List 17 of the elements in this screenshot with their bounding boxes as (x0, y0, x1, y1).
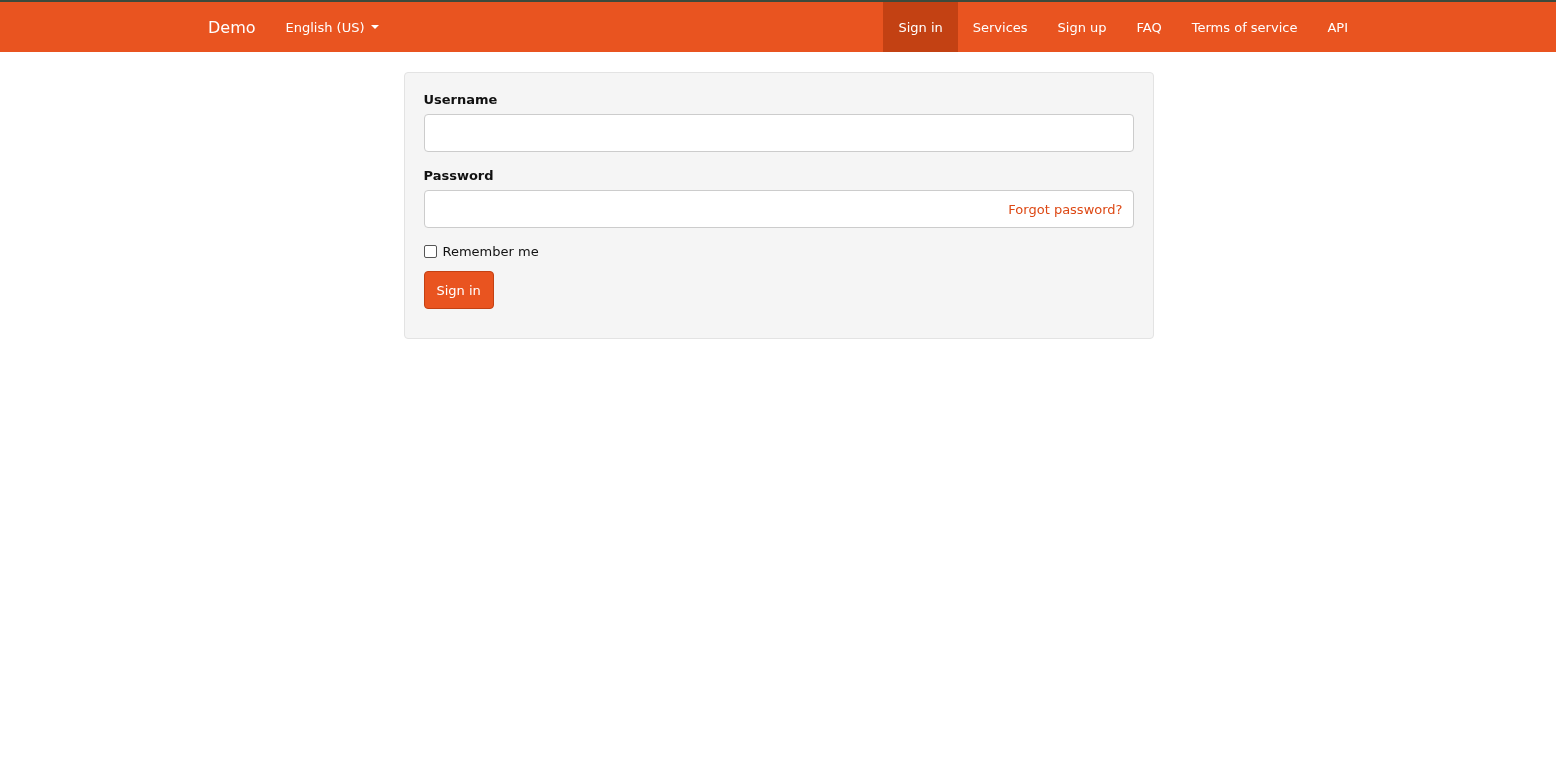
nav-link[interactable]: Terms of service (1176, 2, 1313, 52)
password-field[interactable]: Forgot password? (423, 190, 1134, 228)
language-dropdown[interactable]: English (US) (270, 2, 394, 52)
nav-link[interactable]: Sign up (1042, 2, 1122, 52)
brand-link[interactable]: Demo (193, 2, 271, 52)
caret-icon (370, 25, 379, 29)
password-label: Password (423, 168, 494, 183)
username-label: Username (423, 92, 498, 107)
forgot-password-link[interactable]: Forgot password? (1008, 201, 1123, 217)
nav-link[interactable]: Services (957, 2, 1043, 52)
nav-link[interactable]: Sign in (883, 2, 958, 52)
nav-link[interactable]: FAQ (1121, 2, 1177, 52)
sign-in-button[interactable]: Sign in (423, 271, 494, 309)
username-field[interactable] (423, 114, 1134, 152)
remember-checkbox[interactable] (423, 245, 437, 258)
nav-link[interactable]: API (1312, 2, 1363, 52)
remember-label: Remember me (442, 244, 539, 259)
